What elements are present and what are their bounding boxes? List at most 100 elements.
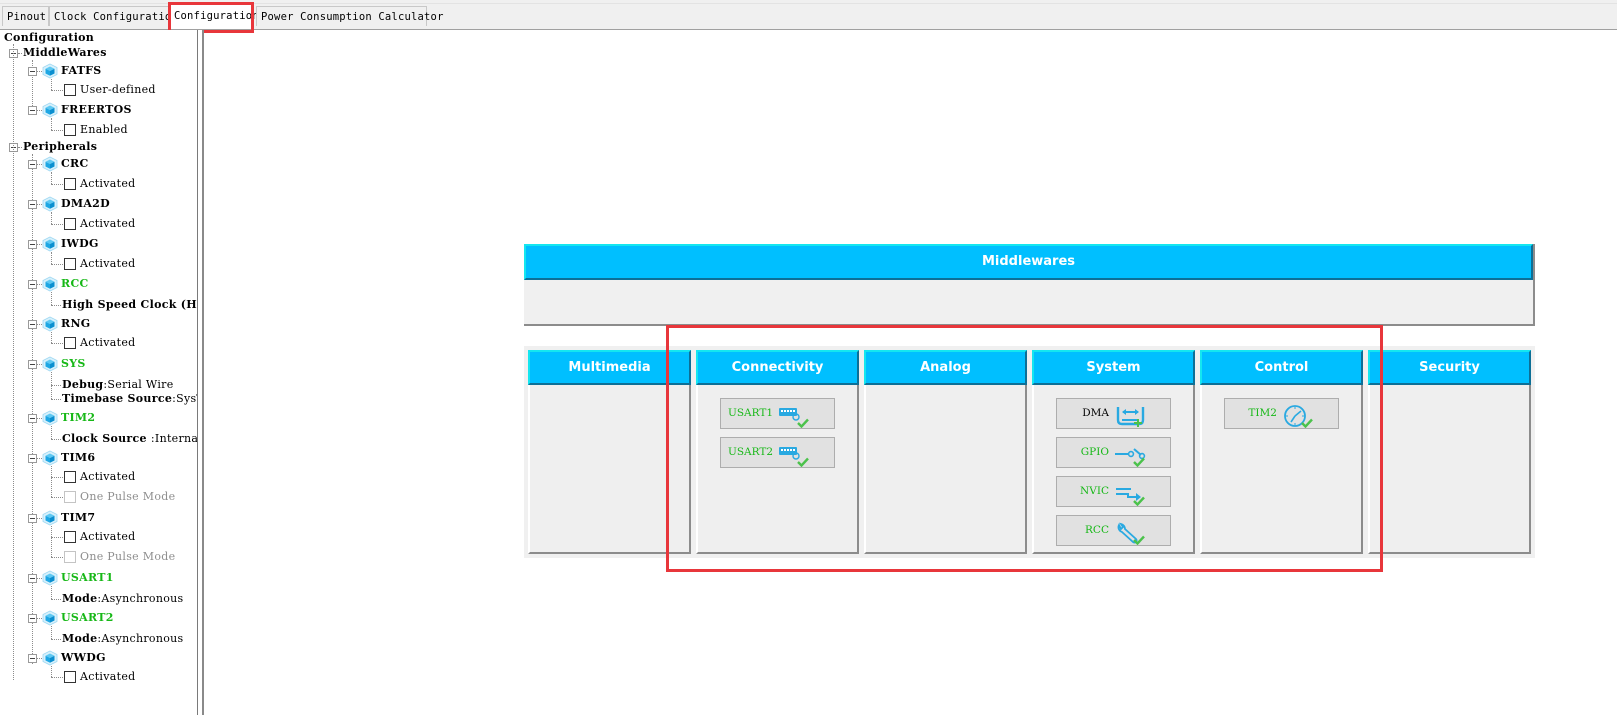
category-header: Control — [1200, 350, 1363, 385]
expander-toggle[interactable] — [28, 200, 37, 209]
option-key-value: Clock Source :Interna — [62, 431, 198, 447]
option-value: :Interna — [150, 432, 198, 445]
tab-configuration[interactable]: Configuration — [169, 3, 259, 29]
tree-connector — [51, 184, 63, 185]
expander-toggle[interactable] — [28, 106, 37, 115]
tree-connector — [51, 385, 61, 386]
tree-node-fatfs[interactable]: FATFS — [61, 63, 102, 79]
category-analog: Analog — [864, 350, 1027, 554]
tree-connector — [51, 537, 63, 538]
tree-node-crc[interactable]: CRC — [61, 156, 89, 172]
tree-connector — [51, 599, 61, 600]
category-security: Security — [1368, 350, 1531, 554]
option-checkbox[interactable] — [64, 471, 76, 483]
tree-connector — [51, 252, 52, 264]
ip-button-rcc[interactable]: RCC — [1056, 515, 1171, 546]
tree-node-rng[interactable]: RNG — [61, 316, 91, 332]
option-label: One Pulse Mode — [80, 550, 176, 563]
tree-node-freertos[interactable]: FREERTOS — [61, 102, 132, 118]
option-key: Timebase Source — [62, 392, 173, 405]
expander-toggle[interactable] — [28, 454, 37, 463]
tree-connector — [51, 343, 63, 344]
tree-connector — [51, 292, 52, 305]
option-key: Clock Source — [62, 432, 151, 445]
expander-toggle[interactable] — [28, 240, 37, 249]
tree-connector — [18, 147, 22, 148]
option-key: Mode — [62, 632, 98, 645]
expander-toggle[interactable] — [28, 414, 37, 423]
option-checkbox[interactable] — [64, 337, 76, 349]
expander-toggle[interactable] — [28, 574, 37, 583]
ip-button-usart2[interactable]: USART2 — [720, 437, 835, 468]
categories-area: Multimedia Connectivity USART1 USART2 Analog… — [524, 346, 1535, 558]
tree-connector — [51, 172, 52, 184]
option-key: High Speed Clock (HS — [62, 298, 198, 311]
expander-toggle[interactable] — [28, 160, 37, 169]
peripheral-cube-icon — [42, 356, 58, 372]
peripheral-cube-icon — [42, 236, 58, 252]
ip-button-nvic[interactable]: NVIC — [1056, 476, 1171, 507]
option-checkbox[interactable] — [64, 124, 76, 136]
ip-button-dma[interactable]: DMA — [1056, 398, 1171, 429]
tree-connector — [51, 264, 63, 265]
option-checkbox[interactable] — [64, 551, 76, 563]
tree-connector — [51, 130, 63, 131]
tree-connector — [51, 677, 63, 678]
ip-label: USART1 — [727, 407, 773, 419]
tree-group-peripherals[interactable]: Peripherals — [23, 139, 97, 155]
tree-node-wwdg[interactable]: WWDG — [61, 650, 106, 666]
tree-node-usart1[interactable]: USART1 — [61, 570, 114, 586]
option-value: :SysT: — [172, 392, 197, 405]
peripheral-cube-icon — [42, 610, 58, 626]
expander-toggle[interactable] — [28, 614, 37, 623]
tree-node-sys[interactable]: SYS — [61, 356, 86, 372]
tab-clock-configuration[interactable]: Clock Configuration — [49, 6, 178, 26]
tree-connector — [18, 53, 22, 54]
expander-toggle[interactable] — [28, 654, 37, 663]
category-header: Analog — [864, 350, 1027, 385]
option-label: Activated — [80, 530, 136, 543]
tree-node-tim2[interactable]: TIM2 — [61, 410, 95, 426]
tree-node-dma2d[interactable]: DMA2D — [61, 196, 110, 212]
tree-node-iwdg[interactable]: IWDG — [61, 236, 99, 252]
splitter-handle[interactable] — [198, 30, 204, 715]
tree-connector — [51, 212, 52, 224]
option-checkbox[interactable] — [64, 258, 76, 270]
ip-button-usart1[interactable]: USART1 — [720, 398, 835, 429]
expander-toggle[interactable] — [28, 360, 37, 369]
tree-group-middlewares[interactable]: MiddleWares — [23, 45, 107, 61]
option-key: Mode — [62, 592, 98, 605]
option-checkbox[interactable] — [64, 531, 76, 543]
tab-power-consumption-calculator[interactable]: Power Consumption Calculator — [256, 6, 443, 26]
ip-button-tim2[interactable]: TIM2 — [1224, 398, 1339, 429]
option-checkbox[interactable] — [64, 671, 76, 683]
category-body: USART1 USART2 — [696, 385, 859, 554]
option-label: Activated — [80, 336, 136, 349]
peripheral-cube-icon — [42, 63, 58, 79]
option-checkbox[interactable] — [64, 178, 76, 190]
peripheral-cube-icon — [42, 450, 58, 466]
tree-connector — [51, 332, 52, 343]
expander-toggle[interactable] — [28, 67, 37, 76]
tree-node-usart2[interactable]: USART2 — [61, 610, 114, 626]
tree-node-tim6[interactable]: TIM6 — [61, 450, 95, 466]
tree-node-tim7[interactable]: TIM7 — [61, 510, 95, 526]
tab-pinout[interactable]: Pinout — [2, 6, 49, 26]
ip-button-gpio[interactable]: GPIO — [1056, 437, 1171, 468]
tree-connector — [51, 118, 52, 130]
tree-connector — [51, 399, 61, 400]
option-checkbox[interactable] — [64, 84, 76, 96]
option-checkbox[interactable] — [64, 491, 76, 503]
option-label: Activated — [80, 670, 136, 683]
option-checkbox[interactable] — [64, 218, 76, 230]
tree-node-rcc[interactable]: RCC — [61, 276, 89, 292]
expander-toggle[interactable] — [28, 514, 37, 523]
expander-toggle[interactable] — [28, 320, 37, 329]
tree-connector — [51, 90, 63, 91]
tree-connector — [51, 557, 63, 558]
tree-connector — [32, 154, 33, 664]
expander-toggle[interactable] — [28, 280, 37, 289]
middlewares-panel: Middlewares — [524, 244, 1535, 326]
tree-connector — [51, 626, 52, 639]
peripheral-cube-icon — [42, 316, 58, 332]
